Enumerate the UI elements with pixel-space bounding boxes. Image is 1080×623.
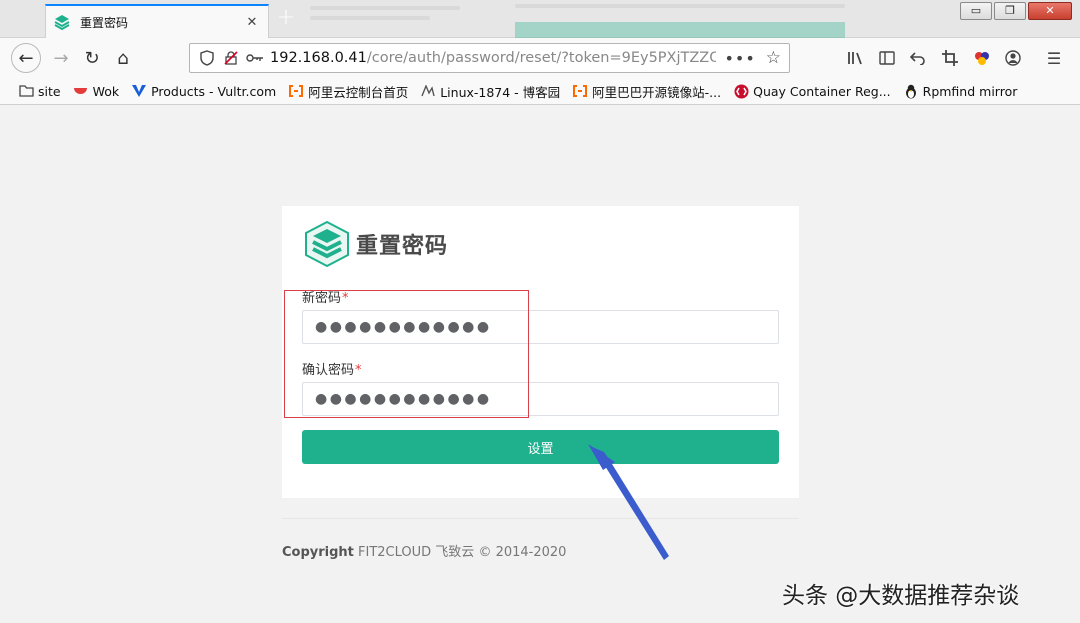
fit2cloud-logo-icon (305, 220, 349, 268)
forward-button[interactable]: → (46, 44, 76, 72)
set-password-button[interactable]: 设置 (302, 430, 779, 464)
crop-screenshot-icon[interactable] (939, 48, 961, 68)
insecure-lock-icon[interactable] (222, 50, 240, 66)
undo-icon[interactable] (907, 48, 929, 68)
background-page-preview (310, 0, 870, 38)
required-marker: * (342, 291, 349, 306)
back-button[interactable]: ← (11, 43, 41, 73)
url-host: 192.168.0.41 (270, 50, 367, 66)
bookmark-label: Rpmfind mirror (922, 83, 1018, 99)
cnblogs-icon (420, 84, 436, 98)
vultr-icon (131, 84, 147, 98)
home-button[interactable]: ⌂ (108, 44, 138, 72)
window-controls: ▭ ❐ ✕ (960, 2, 1072, 20)
folder-icon (18, 84, 34, 98)
address-bar[interactable]: 192.168.0.41/core/auth/password/reset/?t… (189, 43, 790, 73)
aliyun-icon (572, 84, 588, 98)
navigation-toolbar: ← → ↻ ⌂ 192.168.0.41/core/auth/password/… (0, 38, 1080, 78)
bookmark-vultr[interactable]: Products - Vultr.com (131, 84, 276, 99)
window-close-button[interactable]: ✕ (1028, 2, 1072, 20)
bookmark-label: site (38, 83, 61, 99)
reset-password-card: 重置密码 新密码* ●●●●●●●●●●●● 确认密码* ●●●●●●●●●●●… (282, 206, 799, 498)
penguin-icon (903, 84, 919, 98)
new-password-input[interactable]: ●●●●●●●●●●●● (302, 310, 779, 344)
account-avatar-icon[interactable] (1002, 48, 1024, 68)
url-text[interactable]: 192.168.0.41/core/auth/password/reset/?t… (270, 50, 716, 66)
fit2cloud-favicon-icon (54, 14, 70, 30)
bookmark-label: Quay Container Reg... (753, 83, 891, 99)
menu-button[interactable]: ☰ (1043, 48, 1065, 68)
wok-icon (73, 84, 89, 98)
brand-header: 重置密码 (304, 220, 448, 268)
sidebar-icon[interactable] (876, 48, 898, 68)
tab-active[interactable]: 重置密码 ✕ (45, 4, 269, 38)
footer-divider (282, 518, 799, 519)
key-icon[interactable] (246, 52, 264, 64)
confirm-password-label-text: 确认密码 (302, 363, 355, 378)
bookmark-label: Products - Vultr.com (151, 83, 277, 99)
reload-button[interactable]: ↻ (77, 44, 107, 72)
bookmark-quay[interactable]: Quay Container Reg... (733, 84, 891, 99)
library-icon[interactable] (845, 48, 867, 68)
confirm-password-input[interactable]: ●●●●●●●●●●●● (302, 382, 779, 416)
tab-title: 重置密码 (80, 15, 129, 30)
bookmark-aliyun-console[interactable]: 阿里云控制台首页 (288, 82, 408, 101)
tab-close-icon[interactable]: ✕ (244, 15, 260, 30)
restore-button[interactable]: ❐ (994, 2, 1026, 20)
required-marker: * (355, 363, 362, 378)
bookmark-label: 阿里巴巴开源镜像站-... (592, 84, 722, 100)
bookmark-cnblogs[interactable]: Linux-1874 - 博客园 (420, 82, 560, 101)
new-password-label: 新密码* (302, 287, 349, 306)
minimize-button[interactable]: ▭ (960, 2, 992, 20)
page-actions-icon[interactable]: ••• (724, 49, 755, 68)
extension-icon[interactable] (971, 48, 993, 68)
new-password-label-text: 新密码 (302, 291, 342, 306)
url-path: /core/auth/password/reset/?token=9Ey5PXj… (366, 50, 717, 66)
bookmark-label: 阿里云控制台首页 (308, 84, 409, 100)
bookmark-rpmfind[interactable]: Rpmfind mirror (903, 83, 1018, 99)
bookmark-site[interactable]: site (18, 84, 61, 99)
page-title: 重置密码 (356, 234, 449, 259)
bookmark-aliyun-mirror[interactable]: 阿里巴巴开源镜像站-... (572, 82, 721, 101)
aliyun-icon (288, 84, 304, 98)
tab-bar: 重置密码 ✕ + ▭ ❐ ✕ (0, 0, 1080, 38)
copyright-label: Copyright (282, 545, 354, 560)
bookmark-star-icon[interactable]: ☆ (766, 48, 781, 68)
bookmark-label: Wok (92, 83, 120, 99)
shield-icon[interactable] (198, 50, 216, 66)
new-tab-button[interactable]: + (274, 6, 298, 32)
bookmark-label: Linux-1874 - 博客园 (440, 84, 561, 100)
watermark: 头条 @大数据推荐杂谈 (782, 583, 1020, 609)
bookmarks-bar: site Wok Products - Vultr.com 阿里云控制台首页 L… (0, 78, 1080, 105)
quay-icon (733, 84, 749, 98)
copyright-footer: Copyright FIT2CLOUD 飞致云 © 2014-2020 (282, 541, 566, 560)
copyright-text: FIT2CLOUD 飞致云 © 2014-2020 (353, 545, 567, 560)
bookmark-wok[interactable]: Wok (73, 83, 120, 99)
confirm-password-label: 确认密码* (302, 359, 362, 378)
